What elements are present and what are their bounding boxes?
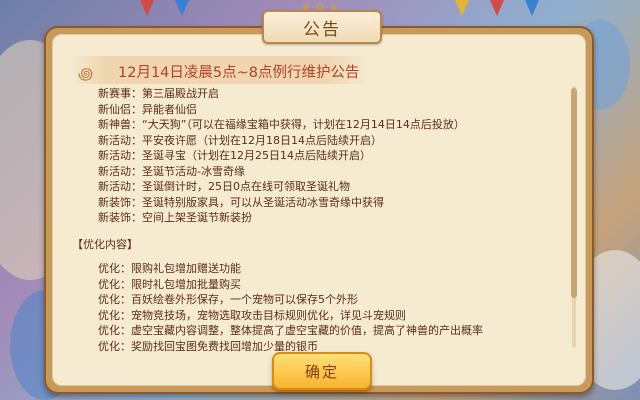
new-item-row-label: 新活动： [98,164,142,178]
new-item-row-label: 新仙侣： [98,102,142,116]
new-item-row-text: 圣诞倒计时，25日0点在线可领取圣诞礼物 [142,180,350,193]
bunting-flag [490,0,504,16]
optimize-item-row: 优化：虚空宝藏内容调整，整体提高了虚空宝藏的价值，提高了神兽的产出概率 [68,323,568,339]
optimize-item-row: 优化：限时礼包增加批量购买 [68,277,568,293]
bunting-flag [455,0,469,16]
announcement-content[interactable]: 新赛事：第三届殿战开启 新仙侣：异能者仙侣 新神兽：“大天狗”（可以在福缘宝箱中获得… [68,86,568,352]
confirm-button[interactable]: 确定 [272,352,372,390]
new-item-row: 新赛事：第三届殿战开启 [68,86,568,102]
optimize-items-list: 优化：限购礼包增加赠送功能 优化：限时礼包增加批量购买 优化：百妖绘卷外形保存，一个… [68,261,568,352]
new-item-row-label: 新活动： [98,180,142,193]
new-item-row: 新活动：圣诞节活动-冰雪奇缘 [68,164,568,180]
new-item-row: 新装饰：空间上架圣诞节新装扮 [68,210,568,226]
new-item-row-text: 圣诞寻宝（计划在12月25日14点后陆续开启） [142,149,371,162]
bunting-flag [140,0,154,16]
optimize-item-row-label: 优化： [98,293,131,306]
new-item-row-label: 新活动： [98,149,142,162]
new-item-row: 新活动：圣诞倒计时，25日0点在线可领取圣诞礼物 [68,179,568,195]
new-item-row: 新仙侣：异能者仙侣 [68,102,568,118]
optimize-item-row: 优化：宠物竞技场，宠物选取攻击目标规则优化，详见斗宠规则 [68,308,568,324]
new-item-row-text: 异能者仙侣 [142,102,197,116]
optimize-item-row-label: 优化： [98,339,131,353]
optimize-item-row-label: 优化： [98,324,131,337]
optimize-item-row-text: 百妖绘卷外形保存，一个宠物可以保存5个外形 [131,293,358,306]
new-item-row: 新神兽：“大天狗”（可以在福缘宝箱中获得，计划在12月14日14点后投放） [68,117,568,133]
optimize-item-row: 优化：限购礼包增加赠送功能 [68,261,568,277]
announcement-header: ꩜ 12月14日凌晨5点~8点例行维护公告 [70,56,370,84]
new-item-row-label: 新装饰： [98,211,142,224]
optimize-item-row-text: 宠物竞技场，宠物选取攻击目标规则优化，详见斗宠规则 [131,308,406,322]
dialog-title: 公告 [303,19,341,40]
new-item-row-label: 新装饰： [98,195,142,209]
scrollbar-thumb[interactable] [571,88,577,298]
new-item-row-text: 空间上架圣诞节新装扮 [142,211,252,224]
new-item-row-text: 圣诞特别版家具，可以从圣诞活动冰雪奇缘中获得 [142,195,384,209]
optimize-item-row-label: 优化： [98,277,131,291]
confirm-button-label: 确定 [304,362,339,381]
optimize-item-row-label: 优化： [98,262,131,275]
optimize-section-title: 【优化内容】 [72,237,138,251]
new-item-row-label: 新神兽： [98,118,142,131]
cloud-swirl-icon: ꩜ [78,64,94,83]
optimize-item-row-text: 限时礼包增加批量购买 [131,277,241,291]
bunting-flag [175,0,189,16]
new-items-list: 新赛事：第三届殿战开启 新仙侣：异能者仙侣 新神兽：“大天狗”（可以在福缘宝箱中获得… [68,86,568,226]
new-item-row-text: 平安夜许愿（计划在12月18日14点后陆续开启） [142,133,382,147]
bunting-flag [525,0,539,16]
optimize-item-row: 优化：百妖绘卷外形保存，一个宠物可以保存5个外形 [68,292,568,308]
new-item-row-text: 圣诞节活动-冰雪奇缘 [142,164,245,178]
optimize-item-row: 优化：奖励找回宝图免费找回增加少量的银币 [68,339,568,353]
optimize-item-row-label: 优化： [98,308,131,322]
new-item-row: 新活动：平安夜许愿（计划在12月18日14点后陆续开启） [68,133,568,149]
optimize-item-row-text: 奖励找回宝图免费找回增加少量的银币 [131,339,318,353]
new-item-row: 新活动：圣诞寻宝（计划在12月25日14点后陆续开启） [68,148,568,164]
optimize-item-row-text: 虚空宝藏内容调整，整体提高了虚空宝藏的价值，提高了神兽的产出概率 [131,324,483,337]
dialog-title-plate: 公告 [262,10,382,44]
new-item-row-text: 第三届殿战开启 [142,87,219,100]
announcement-header-text: 12月14日凌晨5点~8点例行维护公告 [118,65,360,81]
optimize-item-row-text: 限购礼包增加赠送功能 [131,262,241,275]
new-item-row: 新装饰：圣诞特别版家具，可以从圣诞活动冰雪奇缘中获得 [68,195,568,211]
new-item-row-label: 新赛事： [98,87,142,100]
new-item-row-label: 新活动： [98,133,142,147]
new-item-row-text: “大天狗”（可以在福缘宝箱中获得，计划在12月14日14点后投放） [142,118,465,131]
